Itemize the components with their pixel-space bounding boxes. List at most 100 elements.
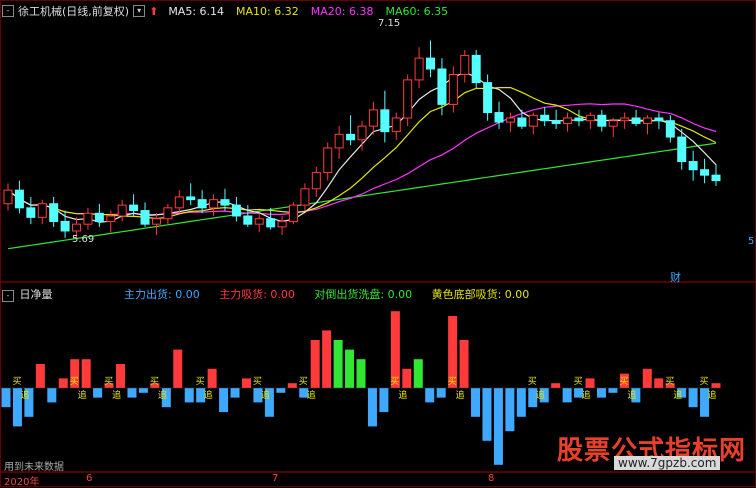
candle-body xyxy=(517,117,527,127)
buy-marker: 买 xyxy=(665,376,674,387)
candle-body xyxy=(608,120,618,127)
candle-body xyxy=(231,204,241,217)
candle-body xyxy=(448,73,458,105)
buy-marker: 买 xyxy=(619,376,628,387)
candle-body xyxy=(563,117,573,124)
net-volume-bar xyxy=(436,388,446,398)
net-volume-bar xyxy=(356,359,366,388)
net-volume-bar xyxy=(241,378,251,388)
buy-marker: 买 xyxy=(528,376,537,387)
net-volume-bar xyxy=(138,388,148,393)
candle-body xyxy=(129,204,139,212)
net-volume-bar xyxy=(413,359,423,388)
candle-body xyxy=(311,171,321,190)
net-volume-bar xyxy=(493,388,503,465)
net-volume-bar xyxy=(127,388,137,398)
candle-body xyxy=(540,114,550,122)
candle-body xyxy=(186,196,196,201)
buy-marker: 买 xyxy=(150,376,159,387)
candle-body xyxy=(334,133,344,149)
candle-body xyxy=(220,199,230,206)
net-volume-bar xyxy=(585,378,595,388)
net-volume-bar xyxy=(551,383,561,388)
candle-body xyxy=(471,54,481,84)
buy-marker: 买 xyxy=(574,376,583,387)
candle-body xyxy=(700,169,710,176)
ma10-line xyxy=(7,87,717,220)
net-volume-bar xyxy=(402,368,412,388)
candle-body xyxy=(37,203,47,218)
candle-body xyxy=(49,203,59,222)
candle-body xyxy=(163,207,173,220)
candle-body xyxy=(94,212,104,222)
chase-marker: 追 xyxy=(261,389,270,401)
duichong-value: 对倒出货洗盘: 0.00 xyxy=(314,288,413,301)
net-volume-bar xyxy=(425,388,435,403)
axis-year: 2020年 xyxy=(4,477,40,488)
candle-body xyxy=(460,54,470,75)
candle-body xyxy=(3,189,13,205)
high-price-label: 7.15 xyxy=(378,18,401,29)
candle-body xyxy=(654,117,664,122)
candle-body xyxy=(574,117,584,122)
kline-chart[interactable]: 买追买追买追买追买追买追买追买追买追买追买追买追买追买追 xyxy=(0,0,756,487)
net-volume-bar xyxy=(345,349,355,388)
net-volume-bar xyxy=(35,364,45,388)
candle-body xyxy=(83,212,93,225)
candle-body xyxy=(197,199,207,209)
candle-body xyxy=(209,199,219,209)
candle-body xyxy=(711,174,721,182)
candle-body xyxy=(585,114,595,122)
net-volume-bar xyxy=(596,388,606,398)
finance-marker[interactable]: 财 xyxy=(670,269,681,285)
right-edge-digit: 5 xyxy=(748,236,755,247)
chase-marker: 追 xyxy=(708,389,717,401)
net-volume-bar xyxy=(516,388,526,417)
candle-body xyxy=(391,117,401,133)
chase-marker: 追 xyxy=(307,389,316,401)
ma60-line xyxy=(7,142,717,250)
candle-body xyxy=(642,117,652,124)
net-volume-bar xyxy=(276,388,286,393)
buy-marker: 买 xyxy=(299,376,308,387)
net-volume-bar xyxy=(287,383,297,388)
huangse-value: 黄色底部吸货: 0.00 xyxy=(431,288,530,301)
axis-month-6: 6 xyxy=(86,473,93,484)
net-volume-bar xyxy=(471,388,481,417)
candle-body xyxy=(551,120,561,124)
net-volume-bar xyxy=(81,359,91,388)
net-volume-bar xyxy=(367,388,377,427)
net-volume-bar xyxy=(116,364,126,388)
chase-marker: 追 xyxy=(398,389,407,401)
watermark-site: www.7gpzb.com xyxy=(614,456,721,470)
candle-body xyxy=(254,218,264,225)
net-volume-bar xyxy=(47,388,57,403)
net-volume-bar xyxy=(562,388,572,403)
net-volume-bar xyxy=(1,388,11,408)
window-border xyxy=(0,0,756,487)
net-volume-bar xyxy=(459,340,469,388)
net-volume-bar xyxy=(688,388,698,408)
net-volume-bar xyxy=(219,388,229,412)
axis-month-8: 8 xyxy=(488,473,495,484)
candle-body xyxy=(300,188,310,206)
net-volume-bar xyxy=(642,368,652,388)
chase-marker: 追 xyxy=(536,389,545,401)
candle-body xyxy=(151,218,161,225)
candle-body xyxy=(688,161,698,171)
candle-body xyxy=(414,57,424,81)
net-volume-bar xyxy=(184,388,194,403)
sub-title: 日净量 xyxy=(19,288,53,301)
candle-body xyxy=(323,147,333,173)
sub-collapse-icon[interactable]: - xyxy=(2,290,14,302)
net-volume-bar xyxy=(173,349,183,388)
chase-marker: 追 xyxy=(582,389,591,401)
candle-body xyxy=(140,210,150,225)
candle-body xyxy=(380,109,390,133)
chase-marker: 追 xyxy=(20,389,29,401)
buy-marker: 买 xyxy=(390,376,399,387)
net-volume-bar xyxy=(654,378,664,388)
net-volume-bar xyxy=(482,388,492,441)
candle-body xyxy=(528,114,538,127)
net-volume-bar xyxy=(93,388,103,398)
